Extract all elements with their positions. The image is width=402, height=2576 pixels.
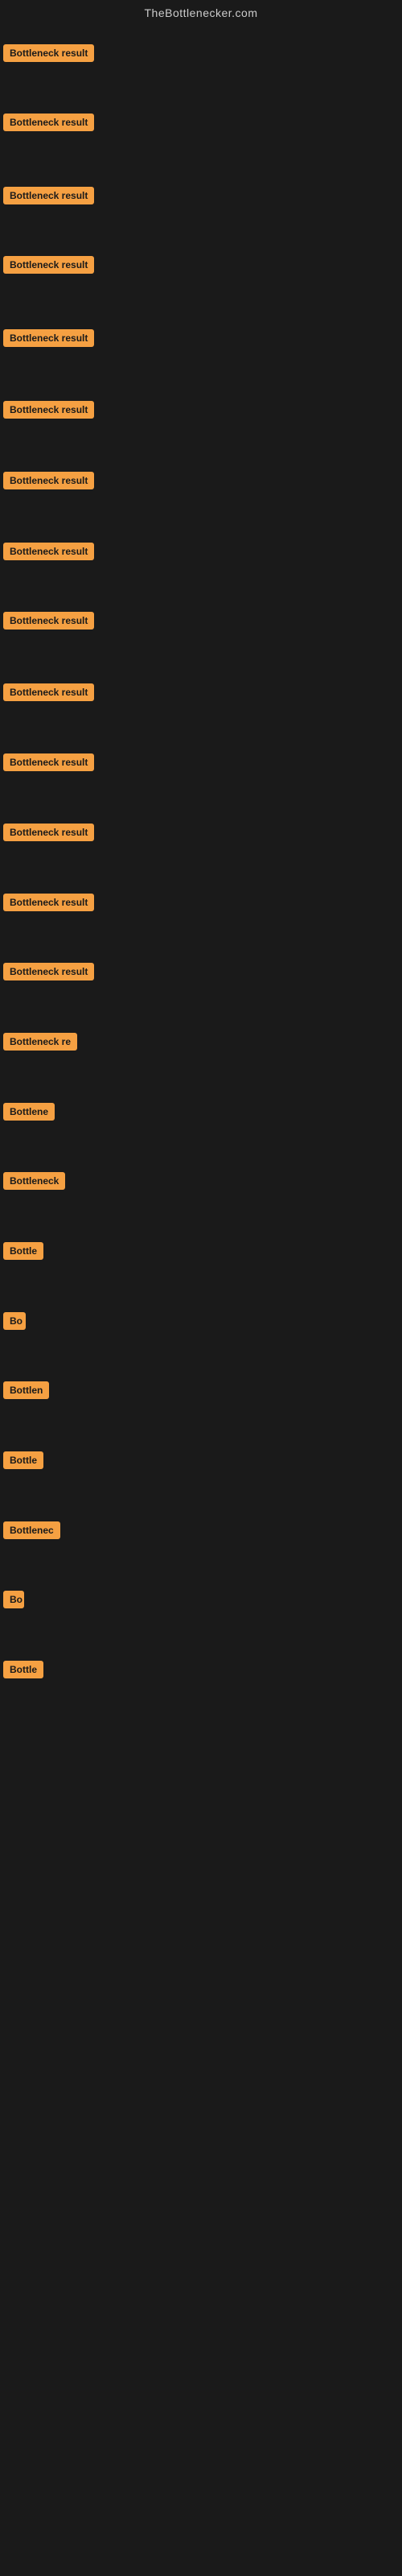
bottleneck-card-23[interactable]: Bo bbox=[3, 1591, 24, 1608]
bottleneck-card-7[interactable]: Bottleneck result bbox=[3, 472, 94, 489]
bottleneck-card-1[interactable]: Bottleneck result bbox=[3, 44, 94, 62]
bottleneck-card-8[interactable]: Bottleneck result bbox=[3, 543, 94, 560]
bottleneck-card-14[interactable]: Bottleneck result bbox=[3, 963, 94, 980]
bottleneck-card-17[interactable]: Bottleneck bbox=[3, 1172, 65, 1190]
bottleneck-card-10[interactable]: Bottleneck result bbox=[3, 683, 94, 701]
bottleneck-card-19[interactable]: Bo bbox=[3, 1312, 26, 1330]
site-title: TheBottlenecker.com bbox=[0, 0, 402, 23]
bottleneck-card-2[interactable]: Bottleneck result bbox=[3, 114, 94, 131]
bottleneck-card-21[interactable]: Bottle bbox=[3, 1451, 43, 1469]
bottleneck-card-16[interactable]: Bottlene bbox=[3, 1103, 55, 1121]
bottleneck-card-11[interactable]: Bottleneck result bbox=[3, 753, 94, 771]
bottleneck-card-13[interactable]: Bottleneck result bbox=[3, 894, 94, 911]
bottleneck-card-15[interactable]: Bottleneck re bbox=[3, 1033, 77, 1051]
bottleneck-card-3[interactable]: Bottleneck result bbox=[3, 187, 94, 204]
bottleneck-card-24[interactable]: Bottle bbox=[3, 1661, 43, 1678]
bottleneck-card-6[interactable]: Bottleneck result bbox=[3, 401, 94, 419]
bottleneck-card-18[interactable]: Bottle bbox=[3, 1242, 43, 1260]
bottleneck-card-9[interactable]: Bottleneck result bbox=[3, 612, 94, 630]
bottleneck-card-22[interactable]: Bottlenec bbox=[3, 1521, 60, 1539]
bottleneck-card-4[interactable]: Bottleneck result bbox=[3, 256, 94, 274]
bottleneck-card-20[interactable]: Bottlen bbox=[3, 1381, 49, 1399]
bottleneck-card-12[interactable]: Bottleneck result bbox=[3, 824, 94, 841]
bottleneck-card-5[interactable]: Bottleneck result bbox=[3, 329, 94, 347]
